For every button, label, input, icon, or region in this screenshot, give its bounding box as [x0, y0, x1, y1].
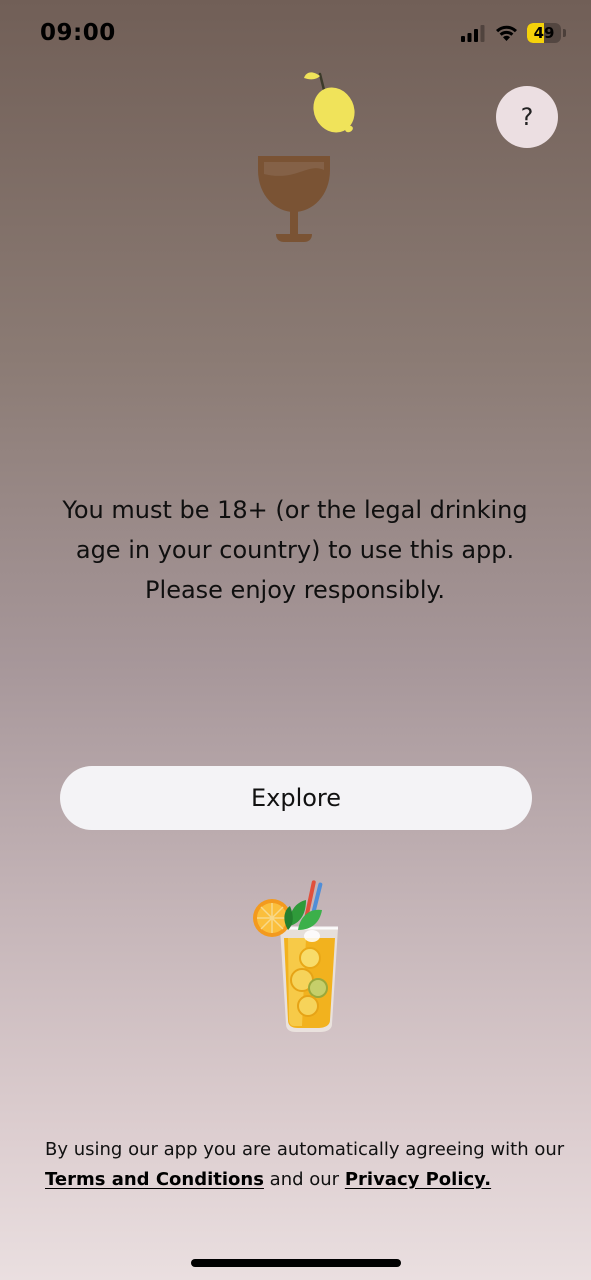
legal-prefix: By using our app you are automatically a… — [45, 1139, 565, 1160]
signal-icon — [461, 25, 485, 42]
privacy-policy-link[interactable]: Privacy Policy. — [345, 1169, 491, 1190]
home-indicator[interactable] — [191, 1259, 401, 1267]
battery-level: 49 — [533, 24, 555, 42]
age-warning-line: Please enjoy responsibly. — [145, 576, 445, 604]
battery-icon: 49 — [527, 22, 567, 44]
explore-button[interactable]: Explore — [60, 766, 532, 830]
status-icons: 49 — [460, 22, 567, 44]
age-warning-message: You must be 18+ (or the legal drinking a… — [40, 490, 550, 610]
status-time: 09:00 — [40, 20, 116, 46]
terms-and-conditions-link[interactable]: Terms and Conditions — [45, 1169, 264, 1190]
legal-notice: By using our app you are automatically a… — [45, 1135, 565, 1195]
iced-tea-cocktail-icon — [253, 880, 338, 1032]
age-warning-line: age in your country) to use this app. — [75, 536, 515, 564]
age-warning-line: You must be 18+ (or the legal drinking — [62, 496, 528, 524]
age-gate-screen: 09:00 49 ? You must be 18+ (or the legal… — [0, 0, 591, 1280]
help-button[interactable]: ? — [496, 86, 558, 148]
wine-glass-lemon-icon — [258, 72, 355, 242]
legal-middle: and our — [269, 1169, 340, 1190]
wifi-icon — [496, 25, 517, 41]
